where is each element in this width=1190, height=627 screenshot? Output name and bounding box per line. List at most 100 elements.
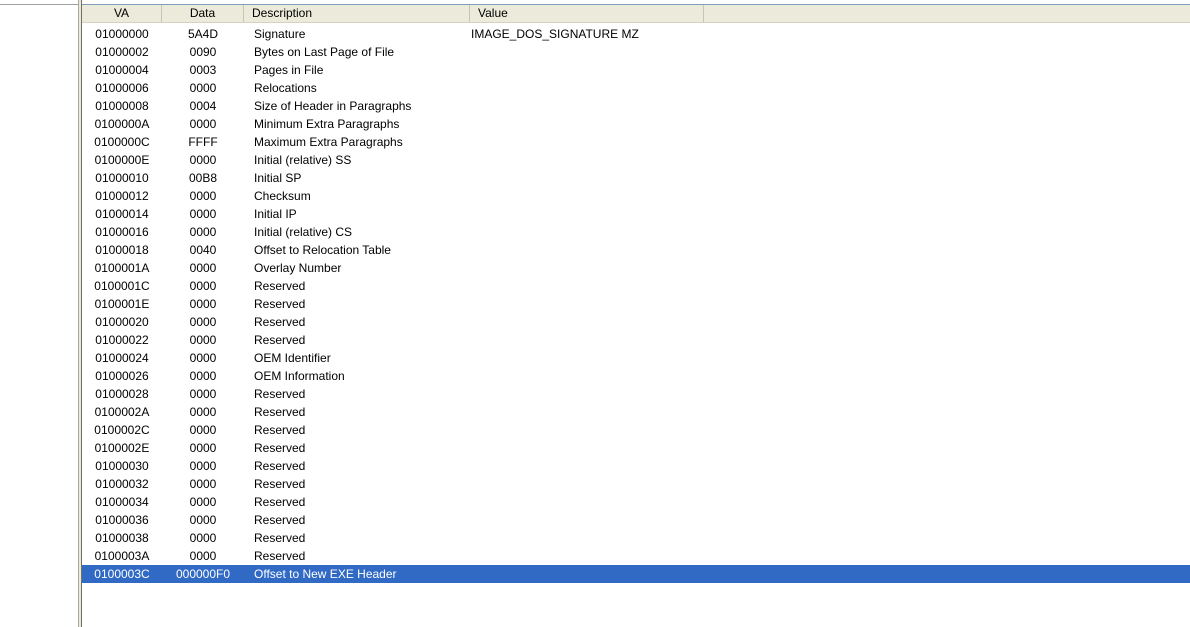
cell-description: Offset to Relocation Table: [254, 243, 391, 257]
cell-value: [471, 295, 771, 313]
table-row[interactable]: 01000018 0040 Offset to Relocation Table: [82, 241, 1190, 259]
table-row[interactable]: 01000038 0000 Reserved: [82, 529, 1190, 547]
cell-description: Reserved: [254, 531, 306, 545]
table-row[interactable]: 01000004 0003 Pages in File: [82, 61, 1190, 79]
column-header-description[interactable]: Description: [244, 5, 470, 22]
dos-header-list[interactable]: VA Data Description Value 01000000 5A4D Si…: [82, 4, 1190, 627]
table-row[interactable]: 0100003A 0000 Reserved: [82, 547, 1190, 565]
table-row[interactable]: 01000010 00B8 Initial SP: [82, 169, 1190, 187]
table-row[interactable]: 0100002E 0000 Reserved: [82, 439, 1190, 457]
cell-value: [471, 439, 771, 457]
table-row[interactable]: 01000000 5A4D Signature IMAGE_DOS_SIGNATURE…: [82, 25, 1190, 43]
table-row[interactable]: 01000002 0090 Bytes on Last Page of File: [82, 43, 1190, 61]
cell-value: [471, 169, 771, 187]
cell-value: [471, 187, 771, 205]
table-row[interactable]: 0100001E 0000 Reserved: [82, 295, 1190, 313]
cell-description: Initial IP: [254, 207, 297, 221]
table-row[interactable]: 01000024 0000 OEM Identifier: [82, 349, 1190, 367]
table-row[interactable]: 0100000C FFFF Maximum Extra Paragraphs: [82, 133, 1190, 151]
cell-value: [471, 115, 771, 133]
cell-description: Reserved: [254, 459, 306, 473]
cell-value: [471, 349, 771, 367]
cell-va: 01000006: [95, 81, 149, 95]
list-header: VA Data Description Value: [82, 5, 1190, 23]
cell-data: 0000: [189, 315, 217, 329]
cell-description: Size of Header in Paragraphs: [254, 99, 412, 113]
table-row[interactable]: 01000032 0000 Reserved: [82, 475, 1190, 493]
table-row[interactable]: 01000006 0000 Relocations: [82, 79, 1190, 97]
cell-description: Initial (relative) SS: [254, 153, 352, 167]
cell-va: 0100003C: [94, 567, 150, 581]
cell-data: 0004: [189, 99, 217, 113]
cell-data: 5A4D: [187, 27, 219, 41]
table-row[interactable]: 0100000E 0000 Initial (relative) SS: [82, 151, 1190, 169]
table-row[interactable]: 01000022 0000 Reserved: [82, 331, 1190, 349]
cell-data: 0040: [189, 243, 217, 257]
cell-description: Reserved: [254, 549, 306, 563]
cell-value: [471, 529, 771, 547]
cell-value: [471, 205, 771, 223]
cell-va: 01000018: [95, 243, 149, 257]
cell-data: 0000: [189, 387, 217, 401]
cell-data: 00B8: [188, 171, 218, 185]
table-row[interactable]: 0100002C 0000 Reserved: [82, 421, 1190, 439]
cell-va: 0100003A: [94, 549, 150, 563]
table-row[interactable]: 01000016 0000 Initial (relative) CS: [82, 223, 1190, 241]
table-row[interactable]: 01000020 0000 Reserved: [82, 313, 1190, 331]
cell-value: [471, 547, 771, 565]
table-row[interactable]: 01000026 0000 OEM Information: [82, 367, 1190, 385]
cell-value: [471, 403, 771, 421]
table-row[interactable]: 0100001C 0000 Reserved: [82, 277, 1190, 295]
column-header-filler: [704, 5, 1190, 22]
table-row[interactable]: 01000012 0000 Checksum: [82, 187, 1190, 205]
cell-value: [471, 97, 771, 115]
cell-va: 01000022: [95, 333, 149, 347]
cell-value: [471, 457, 771, 475]
cell-data: 0000: [189, 207, 217, 221]
column-header-value[interactable]: Value: [470, 5, 704, 22]
cell-va: 01000030: [95, 459, 149, 473]
cell-va: 01000034: [95, 495, 149, 509]
cell-value: [471, 223, 771, 241]
cell-va: 0100000A: [94, 117, 150, 131]
cell-value: [471, 475, 771, 493]
cell-data: 0000: [189, 297, 217, 311]
cell-value: [471, 511, 771, 529]
cell-value: [471, 493, 771, 511]
cell-data: 0000: [189, 351, 217, 365]
table-row[interactable]: 01000028 0000 Reserved: [82, 385, 1190, 403]
cell-description: Checksum: [254, 189, 311, 203]
cell-data: 0000: [189, 477, 217, 491]
column-header-va[interactable]: VA: [82, 5, 162, 22]
table-row[interactable]: 01000014 0000 Initial IP: [82, 205, 1190, 223]
column-header-data[interactable]: Data: [162, 5, 244, 22]
cell-value: [471, 43, 771, 61]
cell-data: FFFF: [188, 135, 218, 149]
cell-va: 01000004: [95, 63, 149, 77]
table-row[interactable]: 01000036 0000 Reserved: [82, 511, 1190, 529]
cell-data: 000000F0: [175, 567, 231, 581]
cell-data: 0000: [189, 513, 217, 527]
tree-pane[interactable]: [0, 0, 78, 627]
cell-value: [471, 331, 771, 349]
table-row[interactable]: 0100003C 000000F0 Offset to New EXE Header: [82, 565, 1190, 583]
cell-data: 0000: [189, 261, 217, 275]
cell-value: [471, 151, 771, 169]
cell-va: 01000024: [95, 351, 149, 365]
cell-data: 0000: [189, 405, 217, 419]
cell-description: OEM Information: [254, 369, 345, 383]
table-row[interactable]: 0100001A 0000 Overlay Number: [82, 259, 1190, 277]
table-row[interactable]: 0100002A 0000 Reserved: [82, 403, 1190, 421]
cell-data: 0000: [189, 81, 217, 95]
cell-va: 01000012: [95, 189, 149, 203]
cell-data: 0000: [189, 189, 217, 203]
cell-description: Initial SP: [254, 171, 302, 185]
table-row[interactable]: 01000030 0000 Reserved: [82, 457, 1190, 475]
cell-data: 0090: [189, 45, 217, 59]
cell-description: Reserved: [254, 315, 306, 329]
cell-va: 01000038: [95, 531, 149, 545]
table-row[interactable]: 0100000A 0000 Minimum Extra Paragraphs: [82, 115, 1190, 133]
cell-data: 0000: [189, 423, 217, 437]
table-row[interactable]: 01000034 0000 Reserved: [82, 493, 1190, 511]
table-row[interactable]: 01000008 0004 Size of Header in Paragraphs: [82, 97, 1190, 115]
